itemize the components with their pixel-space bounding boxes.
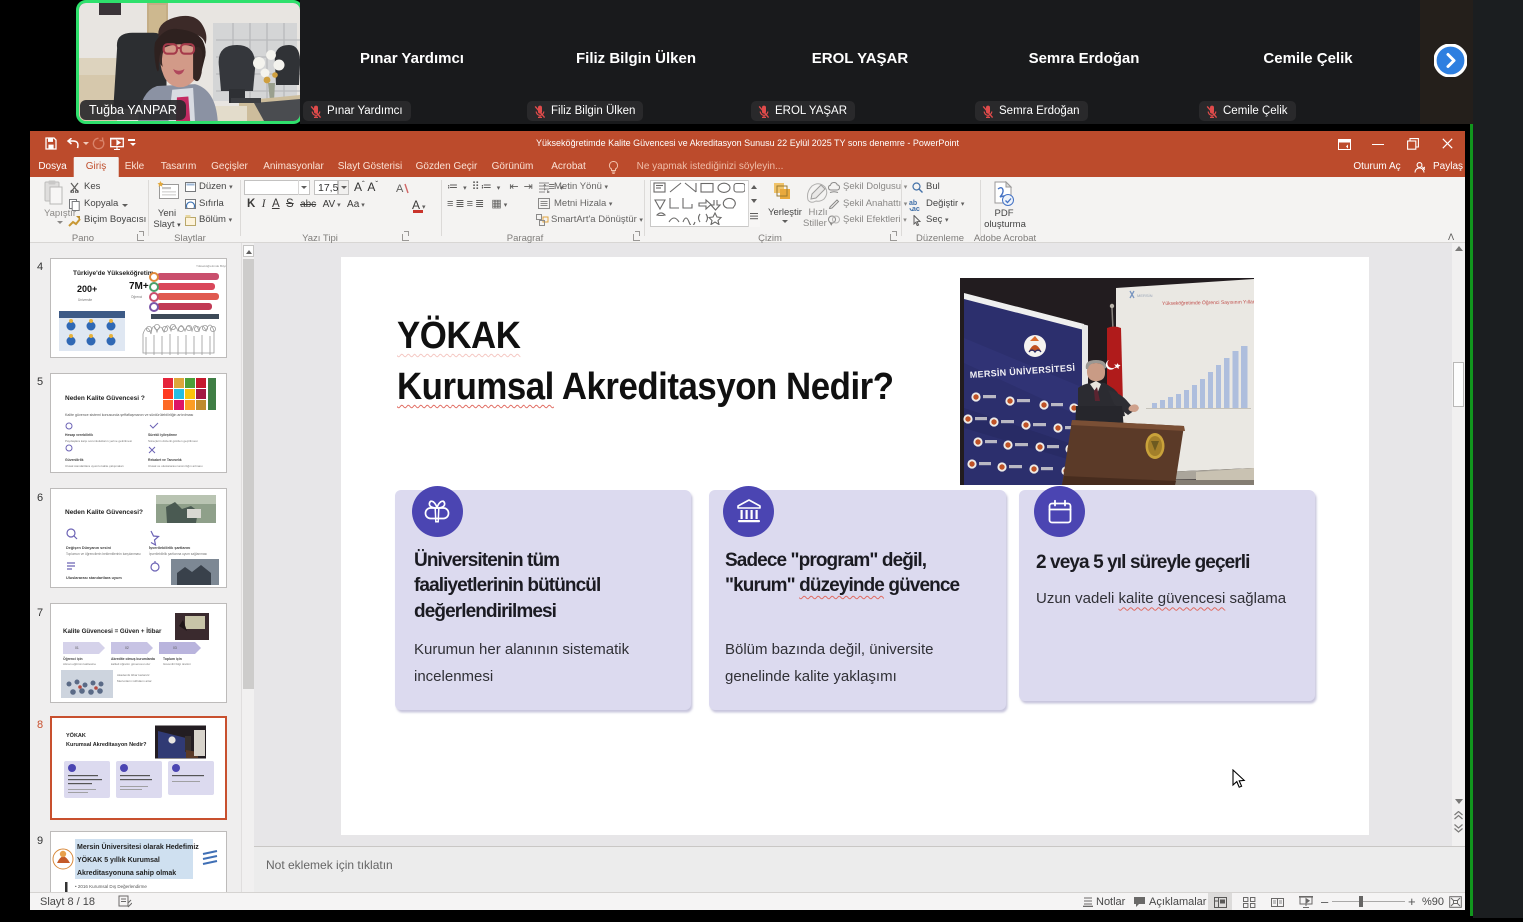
svg-text:Süreçlerin düzenli gözden geçi: Süreçlerin düzenli gözden geçirilmesi <box>148 439 198 443</box>
svg-text:Akademik itibar kazanılır: Akademik itibar kazanılır <box>117 673 150 677</box>
svg-text:Paydaşlara karşı sorumluluklar: Paydaşlara karşı sorumlulukların yerine … <box>65 439 132 443</box>
svg-text:Üniversite: Üniversite <box>78 298 92 302</box>
svg-text:Alınan eğitimin kalitesine: Alınan eğitimin kalitesine <box>63 662 96 666</box>
svg-text:Değişen Dünyanın sesini: Değişen Dünyanın sesini <box>66 546 111 550</box>
svg-text:Kalite Güvencesi = Güven + İt: Kalite Güvencesi = Güven + İtibar <box>63 628 162 635</box>
svg-text:Kurumsal Akreditasyon Nedir?: Kurumsal Akreditasyon Nedir? <box>66 742 147 748</box>
svg-text:Akredite olmuş kurumlarda: Akredite olmuş kurumlarda <box>111 657 155 661</box>
svg-text:Akreditasyonuna sahip olmak: Akreditasyonuna sahip olmak <box>77 870 176 877</box>
svg-text:Öğrenci için: Öğrenci için <box>63 656 83 661</box>
svg-text:Yükseköğretimde Büyüme ve Nice: Yükseköğretimde Büyüme ve Nicel Gelişim <box>196 264 226 268</box>
svg-text:A: A <box>396 183 404 194</box>
svg-text:Rekabet ve Tanınırlık: Rekabet ve Tanınırlık <box>148 458 182 462</box>
svg-text:YÖKAK 5 yıllık Kurumsal: YÖKAK 5 yıllık Kurumsal <box>77 855 160 864</box>
svg-text:Mezunların istihdamı artar: Mezunların istihdamı artar <box>117 679 152 683</box>
svg-text:Öğrenci: Öğrenci <box>131 295 142 299</box>
svg-text:Kalite güvence sistemi konusun: Kalite güvence sistemi konusunda şeffafl… <box>65 413 193 417</box>
svg-text:kaliteli öğretim güvencesi olu: kaliteli öğretim güvencesi olur <box>111 662 150 666</box>
svg-text:7M+: 7M+ <box>129 281 149 292</box>
svg-text:MERSİN: MERSİN <box>1137 293 1153 298</box>
svg-text:Ulusal standartlara uyumlu kal: Ulusal standartlara uyumlu kalite çalışm… <box>65 464 124 468</box>
svg-text:ac: ac <box>912 206 920 211</box>
svg-text:Güvenilir bilgi üretimi: Güvenilir bilgi üretimi <box>163 662 191 666</box>
svg-text:İşverilebilirlik şartlarını: İşverilebilirlik şartlarını <box>149 546 190 550</box>
svg-text:200+: 200+ <box>77 284 97 294</box>
svg-text:Türkiye'de Yükseköğretim: Türkiye'de Yükseköğretim <box>73 270 154 277</box>
svg-text:02: 02 <box>125 646 129 650</box>
svg-text:Ulusal ve uluslararası tanınır: Ulusal ve uluslararası tanınırlığın artm… <box>148 464 203 468</box>
svg-text:Neden Kalite Güvencesi?: Neden Kalite Güvencesi? <box>65 509 143 516</box>
svg-text:Mersin Üniversitesi olarak Hed: Mersin Üniversitesi olarak Hedefimiz <box>77 842 199 851</box>
svg-text:Toplum için: Toplum için <box>163 657 182 661</box>
svg-text:Toplumun ve öğrencilerin bekle: Toplumun ve öğrencilerin beklentilerinin… <box>66 552 141 556</box>
svg-text:• 2016 Kurumsal Dış Değerlend: • 2016 Kurumsal Dış Değerlendirme <box>75 884 147 889</box>
svg-text:YÖKAK: YÖKAK <box>66 732 86 739</box>
svg-text:03: 03 <box>173 646 177 650</box>
svg-text:Uluslararası standartlara uyum: Uluslararası standartlara uyum <box>66 576 122 580</box>
svg-text:Sürekli iyileştirme: Sürekli iyileştirme <box>148 433 177 437</box>
svg-text:01: 01 <box>75 646 79 650</box>
svg-text:Neden Kalite Güvencesi ?: Neden Kalite Güvencesi ? <box>65 395 145 402</box>
svg-text:Güvenilirlik: Güvenilirlik <box>65 458 84 462</box>
svg-text:Hesap verebilirlik: Hesap verebilirlik <box>65 433 93 437</box>
svg-text:İşverilebilirlik şartlarına uy: İşverilebilirlik şartlarına uyum sağlanm… <box>149 551 207 556</box>
